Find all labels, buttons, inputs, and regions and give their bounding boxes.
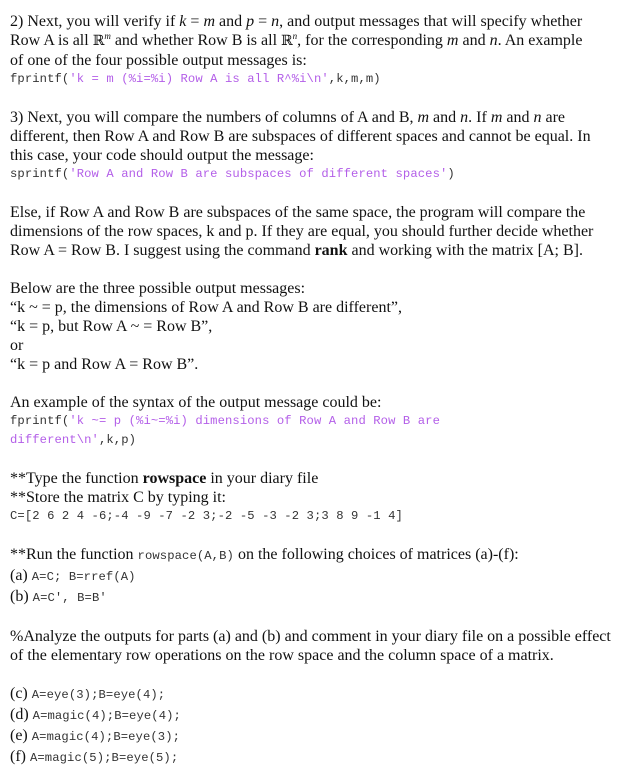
analyze-paragraph: %Analyze the outputs for parts (a) and (…: [10, 627, 625, 665]
section-2-line-2: Row A is all ℝm and whether Row B is all…: [10, 31, 625, 51]
run-intro: **Run the function rowspace(A,B) on the …: [10, 545, 625, 566]
message-item: “k ~ = p, the dimensions of Row A and Ro…: [10, 299, 402, 316]
code-fn: fprintf(: [10, 414, 70, 428]
else-line-2: dimensions of the row spaces, k and p. I…: [10, 223, 594, 240]
text: Row A = Row B. I suggest using the comma…: [10, 242, 315, 259]
part-item: (a) A=C; B=rref(A): [10, 566, 625, 587]
var-m: m: [490, 109, 503, 126]
text: , for the corresponding: [297, 32, 447, 49]
example-code-line-2: different\n',k,p): [10, 431, 625, 450]
section-3-line-3: this case, your code should output the m…: [10, 147, 314, 164]
text: and: [502, 109, 534, 126]
real-numbers-symbol: ℝ: [92, 33, 105, 49]
part-code: A=eye(3);B=eye(4);: [31, 688, 166, 702]
section-2-line-1: 2) Next, you will verify if k = m and p …: [10, 12, 625, 31]
code-args: ): [447, 167, 455, 181]
messages-intro: Below are the three possible output mess…: [10, 280, 306, 297]
part-item: (c) A=eye(3);B=eye(4);: [10, 684, 625, 705]
run-instructions: **Run the function rowspace(A,B) on the …: [10, 545, 625, 608]
text: 3) Next, you will compare the numbers of…: [10, 109, 418, 126]
code-string: different\n': [10, 433, 99, 447]
part-label: (d): [10, 706, 33, 723]
part-code: A=magic(5);B=eye(5);: [29, 751, 179, 765]
part-label: (a): [10, 567, 32, 584]
example-intro: An example of the syntax of the output m…: [10, 394, 382, 411]
message-or: or: [10, 337, 24, 354]
example-code-line-1: fprintf('k ~= p (%i~=%i) dimensions of R…: [10, 412, 625, 431]
text: , and output messages that will specify …: [279, 13, 583, 30]
var-n: n: [489, 32, 498, 49]
matrix-c-code: C=[2 6 2 4 -6;-4 -9 -7 -2 3;-2 -5 -3 -2 …: [10, 509, 403, 523]
var-n: n: [460, 109, 469, 126]
part-label: (e): [10, 727, 32, 744]
code-fn: fprintf(: [10, 72, 70, 86]
part-item: (b) A=C', B=B': [10, 587, 625, 608]
text: and: [458, 32, 490, 49]
var-m: m: [446, 32, 459, 49]
code-args: ,k,m,m): [328, 72, 381, 86]
part-item: (e) A=magic(4);B=eye(3);: [10, 726, 625, 747]
else-paragraph: Else, if Row A and Row B are subspaces o…: [10, 203, 625, 260]
analyze-line-2: of the elementary row operations on the …: [10, 647, 554, 664]
part-label: (b): [10, 588, 33, 605]
text: are: [541, 109, 566, 126]
instructions: **Type the function rowspace in your dia…: [10, 469, 625, 526]
real-numbers-symbol: ℝ: [281, 33, 293, 49]
code-string: 'Row A and Row B are subspaces of differ…: [69, 167, 448, 181]
text: on the following choices of matrices (a)…: [233, 546, 519, 563]
section-2: 2) Next, you will verify if k = m and p …: [10, 12, 625, 89]
var-p: p: [246, 13, 255, 30]
code-string: 'k = m (%i=%i) Row A is all R^%i\n': [69, 72, 329, 86]
text: **Run the function: [10, 546, 138, 563]
rank-command: rank: [314, 242, 348, 259]
part-code: A=C; B=rref(A): [31, 570, 136, 584]
rowspace-function: rowspace: [142, 470, 207, 487]
section-3-line-2: different, then Row A and Row B are subs…: [10, 128, 591, 145]
text: and whether Row B is all: [110, 32, 282, 49]
text: and working with the matrix [A; B].: [347, 242, 583, 259]
text: and: [429, 109, 461, 126]
part-code: A=C', B=B': [32, 591, 107, 605]
text: and: [215, 13, 247, 30]
code-args: ,k,p): [98, 433, 137, 447]
part-label: (f): [10, 748, 30, 765]
message-item: “k = p, but Row A ~ = Row B”,: [10, 318, 213, 335]
parts-c-f: (c) A=eye(3);B=eye(4); (d) A=magic(4);B=…: [10, 684, 625, 768]
part-item: (d) A=magic(4);B=eye(4);: [10, 705, 625, 726]
analyze-line-1: %Analyze the outputs for parts (a) and (…: [10, 628, 611, 645]
part-code: A=magic(4);B=eye(4);: [32, 709, 181, 723]
section-3-line-1: 3) Next, you will compare the numbers of…: [10, 108, 625, 127]
else-line-1: Else, if Row A and Row B are subspaces o…: [10, 204, 586, 221]
fprintf-example-code: fprintf('k = m (%i=%i) Row A is all R^%i…: [10, 70, 625, 89]
section-2-line-3: of one of the four possible output messa…: [10, 52, 307, 69]
text: =: [186, 13, 204, 30]
text: =: [254, 13, 272, 30]
code-string: 'k ~= p (%i~=%i) dimensions of Row A and…: [69, 414, 440, 428]
var-n: n: [271, 13, 280, 30]
message-item: “k = p and Row A = Row B”.: [10, 356, 199, 373]
type-function-line: **Type the function rowspace in your dia…: [10, 469, 625, 488]
else-line-3: Row A = Row B. I suggest using the comma…: [10, 241, 625, 260]
var-m: m: [417, 109, 430, 126]
rowspace-call-code: rowspace(A,B): [137, 549, 234, 563]
var-m: m: [203, 13, 215, 30]
sprintf-example-code: sprintf('Row A and Row B are subspaces o…: [10, 165, 625, 184]
text: . If: [468, 109, 491, 126]
text: **Type the function: [10, 470, 143, 487]
text: in your diary file: [206, 470, 319, 487]
text: Row A is all: [10, 32, 93, 49]
text: 2) Next, you will verify if: [10, 13, 180, 30]
example-syntax: An example of the syntax of the output m…: [10, 393, 625, 450]
output-messages: Below are the three possible output mess…: [10, 279, 625, 374]
code-fn: sprintf(: [10, 167, 70, 181]
text: . An example: [497, 32, 583, 49]
assignment-document: 2) Next, you will verify if k = m and p …: [10, 12, 625, 768]
section-3: 3) Next, you will compare the numbers of…: [10, 108, 625, 184]
store-matrix-line: **Store the matrix C by typing it:: [10, 489, 226, 506]
part-item: (f) A=magic(5);B=eye(5);: [10, 747, 625, 768]
part-label: (c): [10, 685, 32, 702]
